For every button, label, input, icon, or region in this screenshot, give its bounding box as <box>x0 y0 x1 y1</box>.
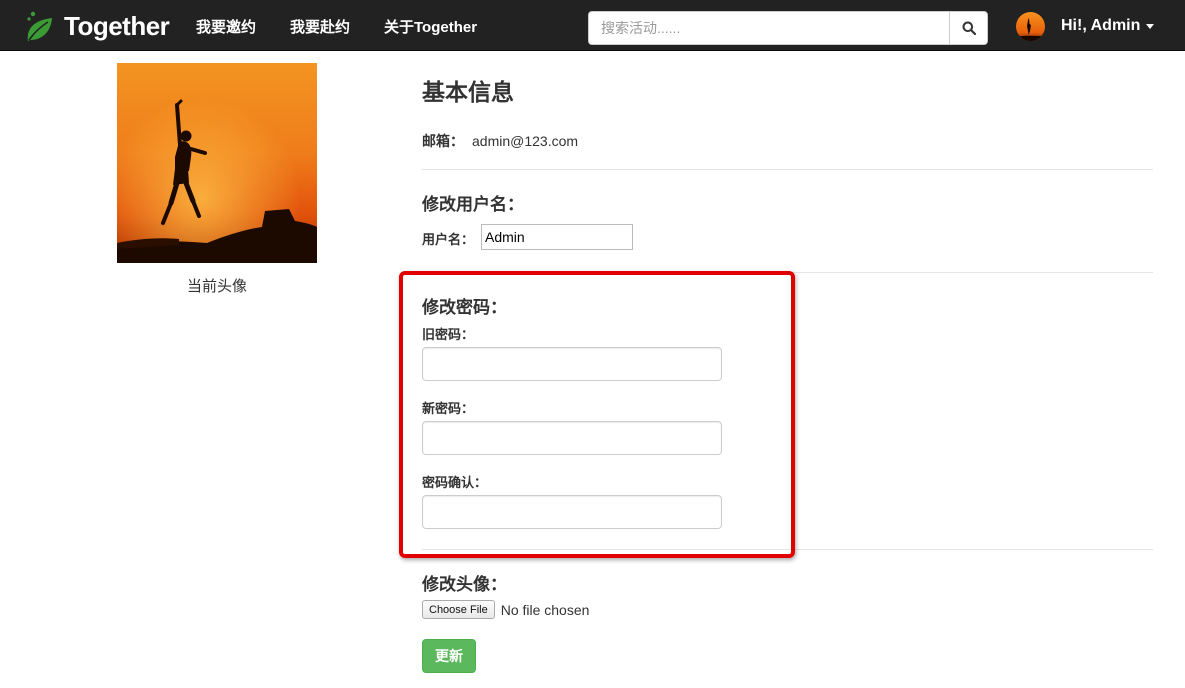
username-section-title: 修改用户名： <box>422 195 524 214</box>
avatar-file-upload: Choose File No file chosen <box>422 600 589 619</box>
search-input[interactable] <box>588 11 949 45</box>
user-dropdown[interactable]: Hi!, Admin <box>1016 11 1155 41</box>
search-button[interactable] <box>949 11 988 45</box>
brand-name: Together <box>64 10 170 41</box>
current-avatar-image <box>117 63 317 263</box>
nav-attend[interactable]: 我要赴约 <box>290 16 350 37</box>
nav-invite[interactable]: 我要邀约 <box>196 16 256 37</box>
email-label: 邮箱： <box>422 133 464 149</box>
nav-about[interactable]: 关于Together <box>384 16 477 37</box>
user-greeting: Hi!, Admin <box>1061 17 1141 34</box>
divider <box>422 169 1153 170</box>
update-button[interactable]: 更新 <box>422 639 476 673</box>
avatar-caption: 当前头像 <box>186 278 247 295</box>
choose-file-button[interactable]: Choose File <box>422 600 495 619</box>
user-avatar <box>1016 11 1045 41</box>
confirm-password-label: 密码确认： <box>422 475 488 490</box>
search-icon <box>962 21 976 35</box>
email-row: 邮箱： admin@123.com <box>422 131 578 151</box>
new-password-input[interactable] <box>422 421 722 455</box>
divider <box>422 549 1153 550</box>
password-section-title: 修改密码： <box>422 298 507 317</box>
old-password-label: 旧密码： <box>422 327 475 342</box>
page-title: 基本信息 <box>422 79 514 105</box>
new-password-label: 新密码： <box>422 401 475 416</box>
username-input[interactable] <box>481 224 633 250</box>
search-form <box>588 11 988 45</box>
brand-logo[interactable]: Together <box>24 9 170 43</box>
username-label: 用户名： <box>422 232 475 247</box>
confirm-password-input[interactable] <box>422 495 722 529</box>
old-password-input[interactable] <box>422 347 722 381</box>
top-navbar: Together 我要邀约 我要赴约 关于Together 搜索活动......… <box>0 0 1185 51</box>
avatar-section-title: 修改头像： <box>422 575 507 594</box>
email-value: admin@123.com <box>472 133 579 149</box>
divider <box>422 272 1153 273</box>
leaf-logo-icon <box>27 11 52 41</box>
file-status: No file chosen <box>500 601 590 618</box>
caret-down-icon <box>1146 23 1155 29</box>
